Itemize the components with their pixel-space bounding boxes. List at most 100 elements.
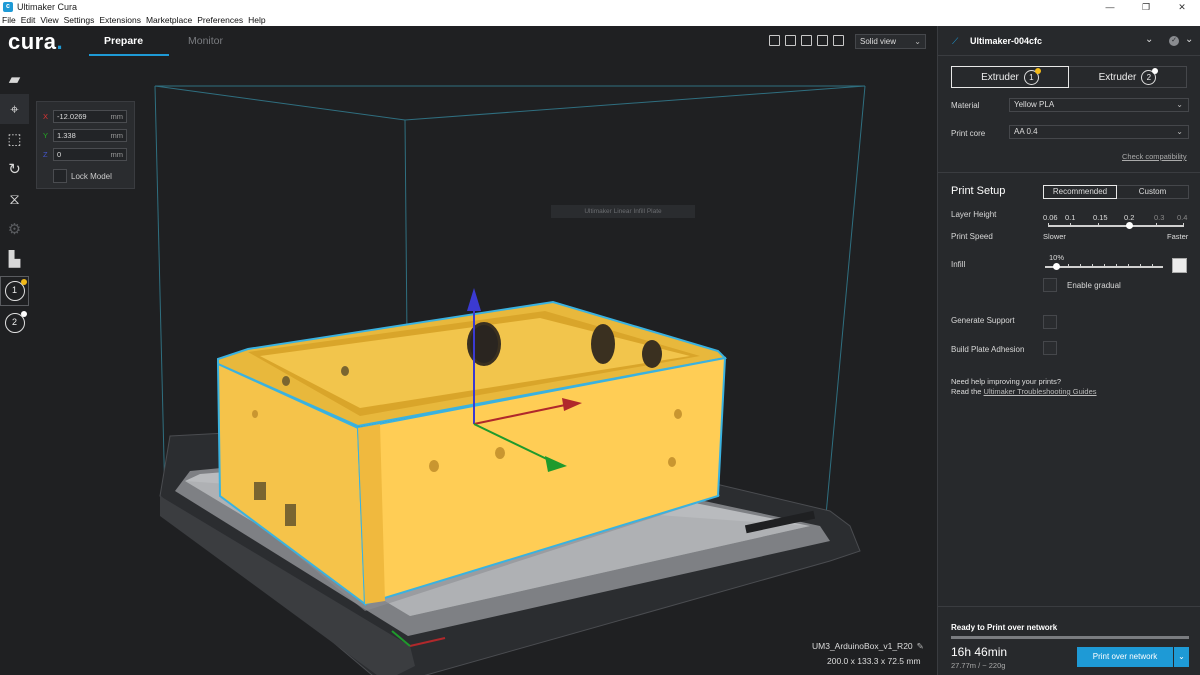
- material-select[interactable]: Yellow PLA ⌄: [1009, 98, 1189, 112]
- menu-bar: File Edit View Settings Extensions Marke…: [0, 14, 1200, 26]
- help-text: Need help improving your prints? Read th…: [951, 377, 1097, 396]
- network-printer-icon: ⟋: [952, 36, 959, 46]
- chevron-down-icon[interactable]: ⌄: [1145, 34, 1153, 45]
- extruder-2-button[interactable]: 2: [0, 308, 29, 338]
- slider-tick: [1116, 264, 1117, 268]
- layer-height-value[interactable]: 0.15: [1093, 213, 1108, 222]
- material-usage: 27.77m / ~ 220g: [951, 661, 1006, 670]
- lock-model-toggle[interactable]: Lock Model: [53, 169, 112, 183]
- infill-label: Infill: [951, 260, 966, 269]
- close-button[interactable]: ✕: [1164, 0, 1200, 14]
- recommended-mode-button[interactable]: Recommended: [1043, 185, 1117, 199]
- build-plate-adhesion-checkbox[interactable]: [1043, 341, 1057, 355]
- z-position-input[interactable]: 0 mm: [53, 148, 127, 161]
- infill-knob[interactable]: [1053, 263, 1060, 270]
- open-file-icon[interactable]: ▰: [0, 64, 29, 94]
- per-model-settings-icon[interactable]: ⚙: [0, 214, 29, 244]
- menu-edit[interactable]: Edit: [21, 15, 36, 25]
- print-sidebar: ⟋ Ultimaker-004cfc ⌄ ✓ ⌄ Extruder 1 Extr…: [937, 26, 1200, 675]
- slider-tick: [1092, 264, 1093, 268]
- y-row: Y 1.338 mm: [43, 129, 127, 142]
- material-label: Material: [951, 101, 980, 110]
- extruder-1-button[interactable]: 1: [0, 276, 29, 306]
- support-blocker-icon[interactable]: ▙: [0, 244, 29, 274]
- 3d-viewport[interactable]: [0, 56, 937, 675]
- rotate-tool-icon[interactable]: ↻: [0, 154, 29, 184]
- menu-marketplace[interactable]: Marketplace: [146, 15, 192, 25]
- layer-height-value[interactable]: 0.4: [1177, 213, 1187, 222]
- job-name[interactable]: UM3_ArduinoBox_v1_R20 ✎: [812, 641, 924, 652]
- maximize-button[interactable]: ❐: [1128, 0, 1164, 14]
- menu-file[interactable]: File: [2, 15, 16, 25]
- slider-tick: [1183, 223, 1184, 227]
- generate-support-checkbox[interactable]: [1043, 315, 1057, 329]
- extruder-tab-2[interactable]: Extruder 2: [1069, 66, 1187, 88]
- window-controls: — ❐ ✕: [1092, 0, 1200, 14]
- yellow-material-dot: [1034, 67, 1041, 74]
- slower-label: Slower: [1043, 232, 1066, 241]
- menu-settings[interactable]: Settings: [64, 15, 95, 25]
- gradual-infill-checkbox[interactable]: [1043, 278, 1057, 292]
- print-over-network-button[interactable]: Print over network: [1077, 647, 1173, 667]
- slider-tick: [1068, 264, 1069, 268]
- layer-height-value[interactable]: 0.3: [1154, 213, 1164, 222]
- divider: [938, 172, 1200, 173]
- print-speed-label: Print Speed: [951, 232, 993, 241]
- slider-tick: [1128, 264, 1129, 268]
- 3d-view-icon[interactable]: [769, 35, 780, 46]
- layer-height-knob[interactable]: [1126, 222, 1133, 229]
- slider-tick: [1080, 264, 1081, 268]
- print-setup-title: Print Setup: [951, 185, 1006, 197]
- yellow-material-dot: [20, 279, 27, 285]
- view-mode-select[interactable]: Solid view ⌄: [855, 34, 926, 49]
- left-view-icon[interactable]: [817, 35, 828, 46]
- front-view-icon[interactable]: [785, 35, 796, 46]
- gradual-infill-label: Enable gradual: [1067, 281, 1121, 290]
- move-tool-icon[interactable]: ⌖: [0, 94, 29, 124]
- tab-monitor[interactable]: Monitor: [188, 35, 223, 47]
- x-position-input[interactable]: -12.0269 mm: [53, 110, 127, 123]
- right-view-icon[interactable]: [833, 35, 844, 46]
- minimize-button[interactable]: —: [1092, 0, 1128, 14]
- printer-selector[interactable]: ⟋ Ultimaker-004cfc ⌄ ✓ ⌄: [938, 26, 1200, 56]
- cura-app-icon: c: [3, 2, 13, 12]
- cura-logo: cura.: [8, 29, 64, 54]
- tab-prepare[interactable]: Prepare: [104, 35, 143, 47]
- window-titlebar: c Ultimaker Cura — ❐ ✕: [0, 0, 1200, 14]
- scene-render: [154, 85, 866, 675]
- top-bar: cura. Prepare Monitor Solid view ⌄: [0, 26, 937, 56]
- z-axis-label: Z: [43, 150, 48, 159]
- chevron-down-icon: ⌄: [1176, 127, 1183, 136]
- chevron-down-icon: ⌄: [914, 37, 921, 46]
- chevron-down-icon: ⌄: [1176, 100, 1183, 109]
- print-time: 16h 46min: [951, 645, 1008, 659]
- layer-height-value[interactable]: 0.06: [1043, 213, 1058, 222]
- menu-view[interactable]: View: [40, 15, 58, 25]
- check-compatibility-link[interactable]: Check compatibility: [1122, 152, 1187, 161]
- top-view-icon[interactable]: [801, 35, 812, 46]
- mirror-tool-icon[interactable]: ⧖: [0, 184, 29, 214]
- custom-mode-button[interactable]: Custom: [1117, 185, 1189, 199]
- scale-tool-icon[interactable]: ⬚: [0, 124, 29, 154]
- troubleshooting-guides-link[interactable]: Ultimaker Troubleshooting Guides: [984, 387, 1097, 396]
- layer-height-value[interactable]: 0.1: [1065, 213, 1075, 222]
- menu-extensions[interactable]: Extensions: [99, 15, 141, 25]
- menu-preferences[interactable]: Preferences: [197, 15, 243, 25]
- print-core-select[interactable]: AA 0.4 ⌄: [1009, 125, 1189, 139]
- menu-help[interactable]: Help: [248, 15, 265, 25]
- pencil-icon[interactable]: ✎: [917, 641, 924, 651]
- z-row: Z 0 mm: [43, 148, 127, 161]
- x-axis-label: X: [43, 112, 49, 121]
- connected-check-icon: ✓: [1169, 36, 1179, 46]
- layer-height-track[interactable]: [1048, 225, 1184, 227]
- chevron-down-icon[interactable]: ⌄: [1185, 34, 1193, 45]
- layer-height-label: Layer Height: [951, 210, 997, 219]
- y-position-input[interactable]: 1.338 mm: [53, 129, 127, 142]
- white-material-dot: [20, 311, 27, 317]
- camera-view-buttons: [769, 35, 844, 46]
- slider-tick: [1070, 223, 1071, 227]
- chevron-down-icon[interactable]: ⌄: [1174, 647, 1189, 667]
- lock-model-checkbox[interactable]: [53, 169, 67, 183]
- extruder-tab-1[interactable]: Extruder 1: [951, 66, 1069, 88]
- layer-height-value[interactable]: 0.2: [1124, 213, 1134, 222]
